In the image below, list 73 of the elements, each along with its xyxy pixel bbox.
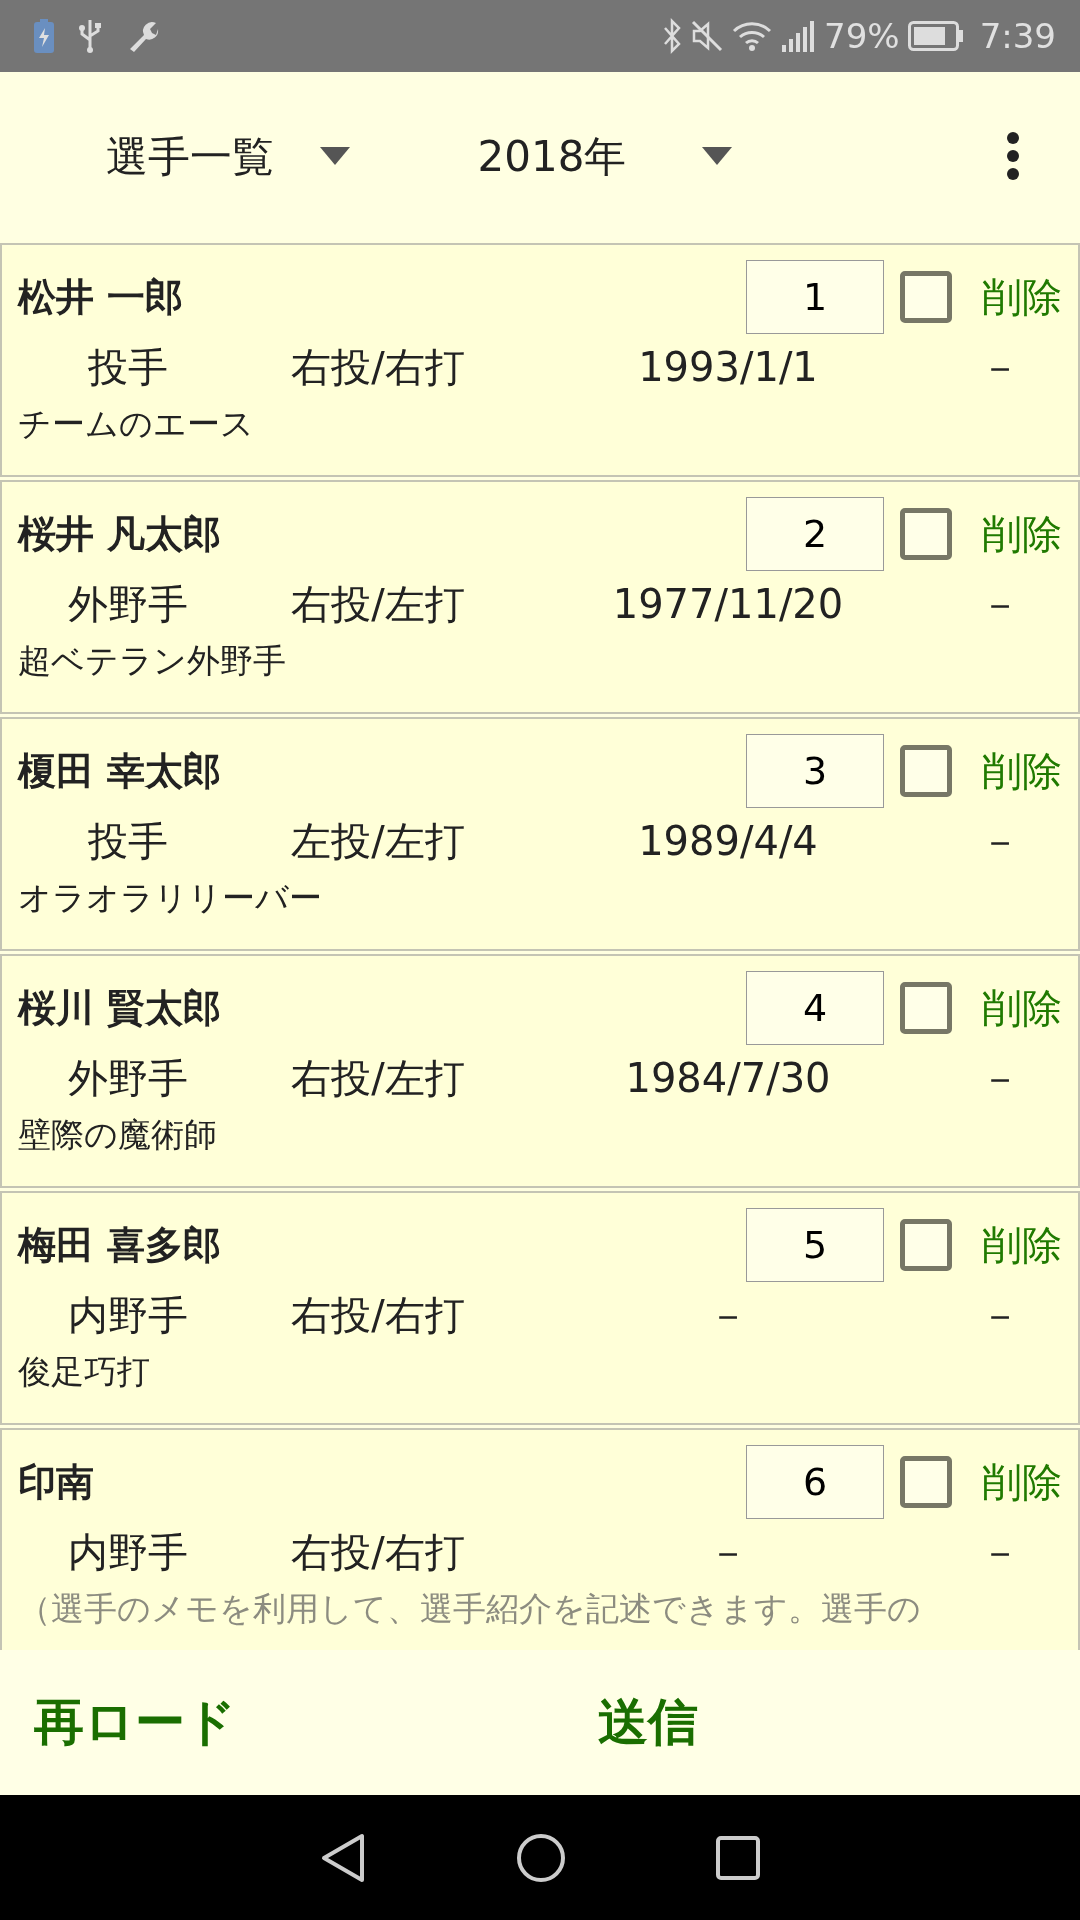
player-name: 桜井 凡太郎 (18, 510, 223, 558)
battery-charging-icon (34, 19, 54, 53)
year-dropdown[interactable]: 2018年 (402, 124, 732, 188)
number-field[interactable]: 5 (746, 1208, 884, 1282)
checkbox[interactable] (900, 271, 952, 323)
memo-field[interactable]: （選手のメモを利用して、選手紹介を記述できます。選手の (18, 1584, 1062, 1634)
wifi-icon (732, 19, 773, 53)
position-text: 内野手 (67, 1528, 189, 1577)
position-text: 投手 (87, 343, 169, 392)
position-text: 投手 (87, 817, 169, 866)
checkbox[interactable] (900, 508, 952, 560)
handedness-text: 右投/右打 (290, 1291, 466, 1340)
delete-link[interactable]: 削除 (976, 267, 1062, 327)
number-field[interactable]: 2 (746, 497, 884, 571)
birthday-text: － (707, 1528, 749, 1577)
battery-percent: 79% (824, 14, 900, 58)
dropdown-caret-icon (702, 147, 732, 165)
memo-field[interactable]: オラオラリリーバー (18, 873, 1062, 923)
handedness-text: 右投/右打 (290, 1528, 466, 1577)
number-field[interactable]: 1 (746, 260, 884, 334)
clock: 7:39 (979, 14, 1056, 58)
delete-link[interactable]: 削除 (976, 1215, 1062, 1275)
dash-text: － (979, 817, 1021, 866)
number-field[interactable]: 3 (746, 734, 884, 808)
dash-text: － (979, 580, 1021, 629)
dash-text: － (979, 1054, 1021, 1103)
memo-field[interactable]: チームのエース (18, 399, 1062, 449)
dash-text: － (979, 343, 1021, 392)
position-text: 内野手 (67, 1291, 189, 1340)
delete-link[interactable]: 削除 (976, 978, 1062, 1038)
position-text: 外野手 (67, 580, 189, 629)
muted-speaker-icon (690, 19, 725, 53)
number-field[interactable]: 6 (746, 1445, 884, 1519)
view-dropdown[interactable]: 選手一覧 (60, 124, 350, 188)
handedness-text: 右投/左打 (290, 1054, 466, 1103)
bluetooth-icon (662, 18, 683, 54)
birthday-text: 1977/11/20 (611, 580, 845, 629)
send-button[interactable]: 送信 (592, 1684, 704, 1761)
player-name: 梅田 喜多郎 (18, 1221, 223, 1269)
birthday-text: 1984/7/30 (624, 1054, 832, 1103)
checkbox[interactable] (900, 745, 952, 797)
handedness-text: 右投/右打 (290, 343, 466, 392)
memo-field[interactable]: 壁際の魔術師 (18, 1110, 1062, 1160)
number-field[interactable]: 4 (746, 971, 884, 1045)
checkbox[interactable] (900, 1219, 952, 1271)
birthday-text: － (707, 1291, 749, 1340)
signal-icon (780, 19, 817, 53)
checkbox[interactable] (900, 1456, 952, 1508)
checkbox[interactable] (900, 982, 952, 1034)
dash-text: － (979, 1528, 1021, 1577)
player-name: 印南 (18, 1458, 95, 1506)
birthday-text: 1993/1/1 (637, 343, 819, 392)
home-icon[interactable] (516, 1832, 566, 1883)
delete-link[interactable]: 削除 (976, 741, 1062, 801)
player-name: 榎田 幸太郎 (18, 747, 223, 795)
reload-button[interactable]: 再ロード (28, 1684, 242, 1761)
delete-link[interactable]: 削除 (976, 1452, 1062, 1512)
dash-text: － (979, 1291, 1021, 1340)
position-text: 外野手 (67, 1054, 189, 1103)
player-name: 桜川 賢太郎 (18, 984, 223, 1032)
delete-link[interactable]: 削除 (976, 504, 1062, 564)
memo-field[interactable]: 俊足巧打 (18, 1347, 1062, 1397)
dropdown-caret-icon (320, 147, 350, 165)
back-icon[interactable] (320, 1832, 366, 1883)
birthday-text: 1989/4/4 (637, 817, 819, 866)
usb-icon (78, 18, 102, 54)
more-menu-icon[interactable] (1006, 132, 1020, 180)
battery-icon (907, 21, 964, 51)
handedness-text: 右投/左打 (290, 580, 466, 629)
player-name: 松井 一郎 (18, 273, 185, 321)
handedness-text: 左投/左打 (290, 817, 466, 866)
memo-field[interactable]: 超ベテラン外野手 (18, 636, 1062, 686)
recents-icon[interactable] (716, 1835, 760, 1880)
